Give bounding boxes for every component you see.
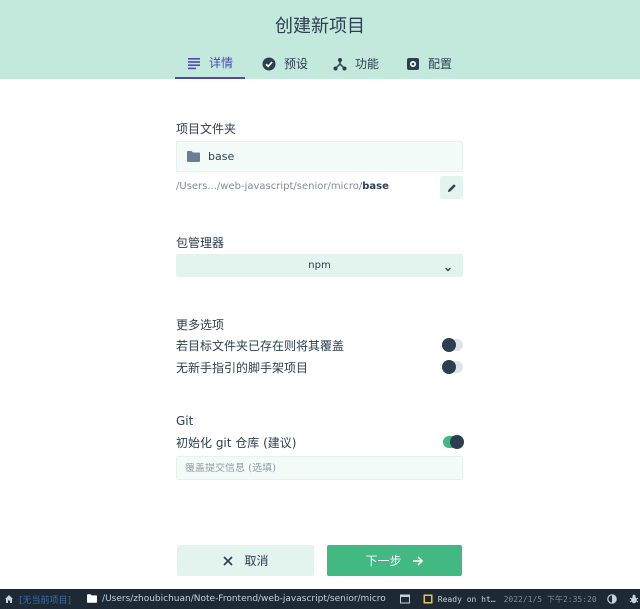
option-overwrite-label: 若目标文件夹已存在则将其覆盖	[176, 338, 345, 353]
option-no-guide-label: 无新手指引的脚手架项目	[176, 360, 309, 375]
statusbar-project[interactable]: [无当前项目]	[0, 589, 75, 609]
option-no-guide-toggle[interactable]	[442, 360, 463, 374]
contrast-icon	[606, 594, 617, 604]
bug-icon	[629, 594, 639, 604]
tab-details[interactable]: 详情	[175, 48, 245, 79]
folder-path: /Users.../web-javascript/senior/micro/ba…	[176, 181, 389, 192]
next-label: 下一步	[365, 554, 402, 568]
more-options-label: 更多选项	[176, 318, 225, 332]
tab-bar: 详情 预设 功能 配置	[0, 48, 640, 79]
git-init-label: 初始化 git 仓库 (建议)	[176, 435, 297, 450]
option-no-guide-row: 无新手指引的脚手架项目	[176, 358, 463, 376]
option-overwrite-row: 若目标文件夹已存在则将其覆盖	[176, 336, 463, 354]
commit-message-field[interactable]	[176, 456, 463, 480]
tab-features[interactable]: 功能	[328, 48, 384, 79]
statusbar-log[interactable]: Ready on ht…	[419, 589, 500, 609]
cancel-label: 取消	[244, 554, 269, 568]
toggle-knob	[442, 360, 456, 374]
console-icon	[399, 594, 410, 604]
package-manager-label: 包管理器	[176, 236, 225, 250]
statusbar-console-button[interactable]	[396, 589, 419, 609]
folder-name-field[interactable]: base	[176, 141, 463, 172]
option-overwrite-toggle[interactable]	[442, 338, 463, 352]
next-button[interactable]: 下一步	[327, 545, 462, 576]
statusbar-path-label: /Users/zhoubichuan/Note-Frontend/web-jav…	[102, 594, 386, 604]
close-icon	[222, 555, 234, 567]
tab-label: 配置	[427, 57, 452, 71]
package-manager-select[interactable]: npm	[176, 254, 463, 277]
tab-label: 预设	[283, 57, 308, 71]
statusbar-log-text: Ready on ht…	[437, 594, 496, 604]
fork-icon	[333, 57, 347, 71]
git-label: Git	[176, 414, 194, 428]
toggle-knob	[442, 338, 456, 352]
statusbar-report-bug-button[interactable]	[623, 589, 640, 609]
folder-icon	[87, 594, 98, 604]
status-bar: [无当前项目] /Users/zhoubichuan/Note-Frontend…	[0, 589, 640, 609]
statusbar-time-text: 2022/1/5 下午2:35:20	[503, 594, 597, 604]
pencil-icon	[447, 183, 457, 193]
folder-path-prefix: /Users.../web-javascript/senior/micro/	[176, 181, 363, 192]
home-icon	[4, 594, 14, 604]
tab-label: 功能	[354, 57, 379, 71]
arrow-right-icon	[412, 555, 424, 567]
statusbar-right-group: A	[601, 589, 640, 609]
tab-label: 详情	[208, 56, 233, 70]
gear-icon	[406, 57, 420, 71]
statusbar-project-label: [无当前项目]	[19, 595, 72, 606]
check-circle-icon	[262, 57, 276, 71]
header: 创建新项目 详情 预设 功能 配置	[0, 0, 640, 79]
statusbar-time: 2022/1/5 下午2:35:20	[500, 589, 601, 609]
folder-label: 项目文件夹	[176, 122, 237, 136]
log-icon	[423, 594, 433, 604]
git-init-row: 初始化 git 仓库 (建议)	[176, 433, 464, 451]
commit-message-input[interactable]	[185, 462, 462, 474]
chevron-down-icon	[443, 259, 453, 272]
git-init-toggle[interactable]	[443, 435, 464, 449]
page-title: 创建新项目	[275, 16, 365, 37]
toggle-knob	[450, 435, 464, 449]
folder-icon	[187, 151, 200, 162]
statusbar-path[interactable]: /Users/zhoubichuan/Note-Frontend/web-jav…	[83, 589, 390, 609]
list-icon	[187, 56, 201, 70]
folder-path-name: base	[362, 181, 389, 192]
statusbar-dark-mode-button[interactable]	[601, 589, 623, 609]
edit-path-button[interactable]	[440, 176, 463, 199]
tab-config[interactable]: 配置	[400, 48, 458, 79]
tab-presets[interactable]: 预设	[255, 48, 315, 79]
folder-name: base	[208, 150, 235, 163]
package-manager-value: npm	[308, 260, 331, 271]
cancel-button[interactable]: 取消	[177, 545, 314, 576]
